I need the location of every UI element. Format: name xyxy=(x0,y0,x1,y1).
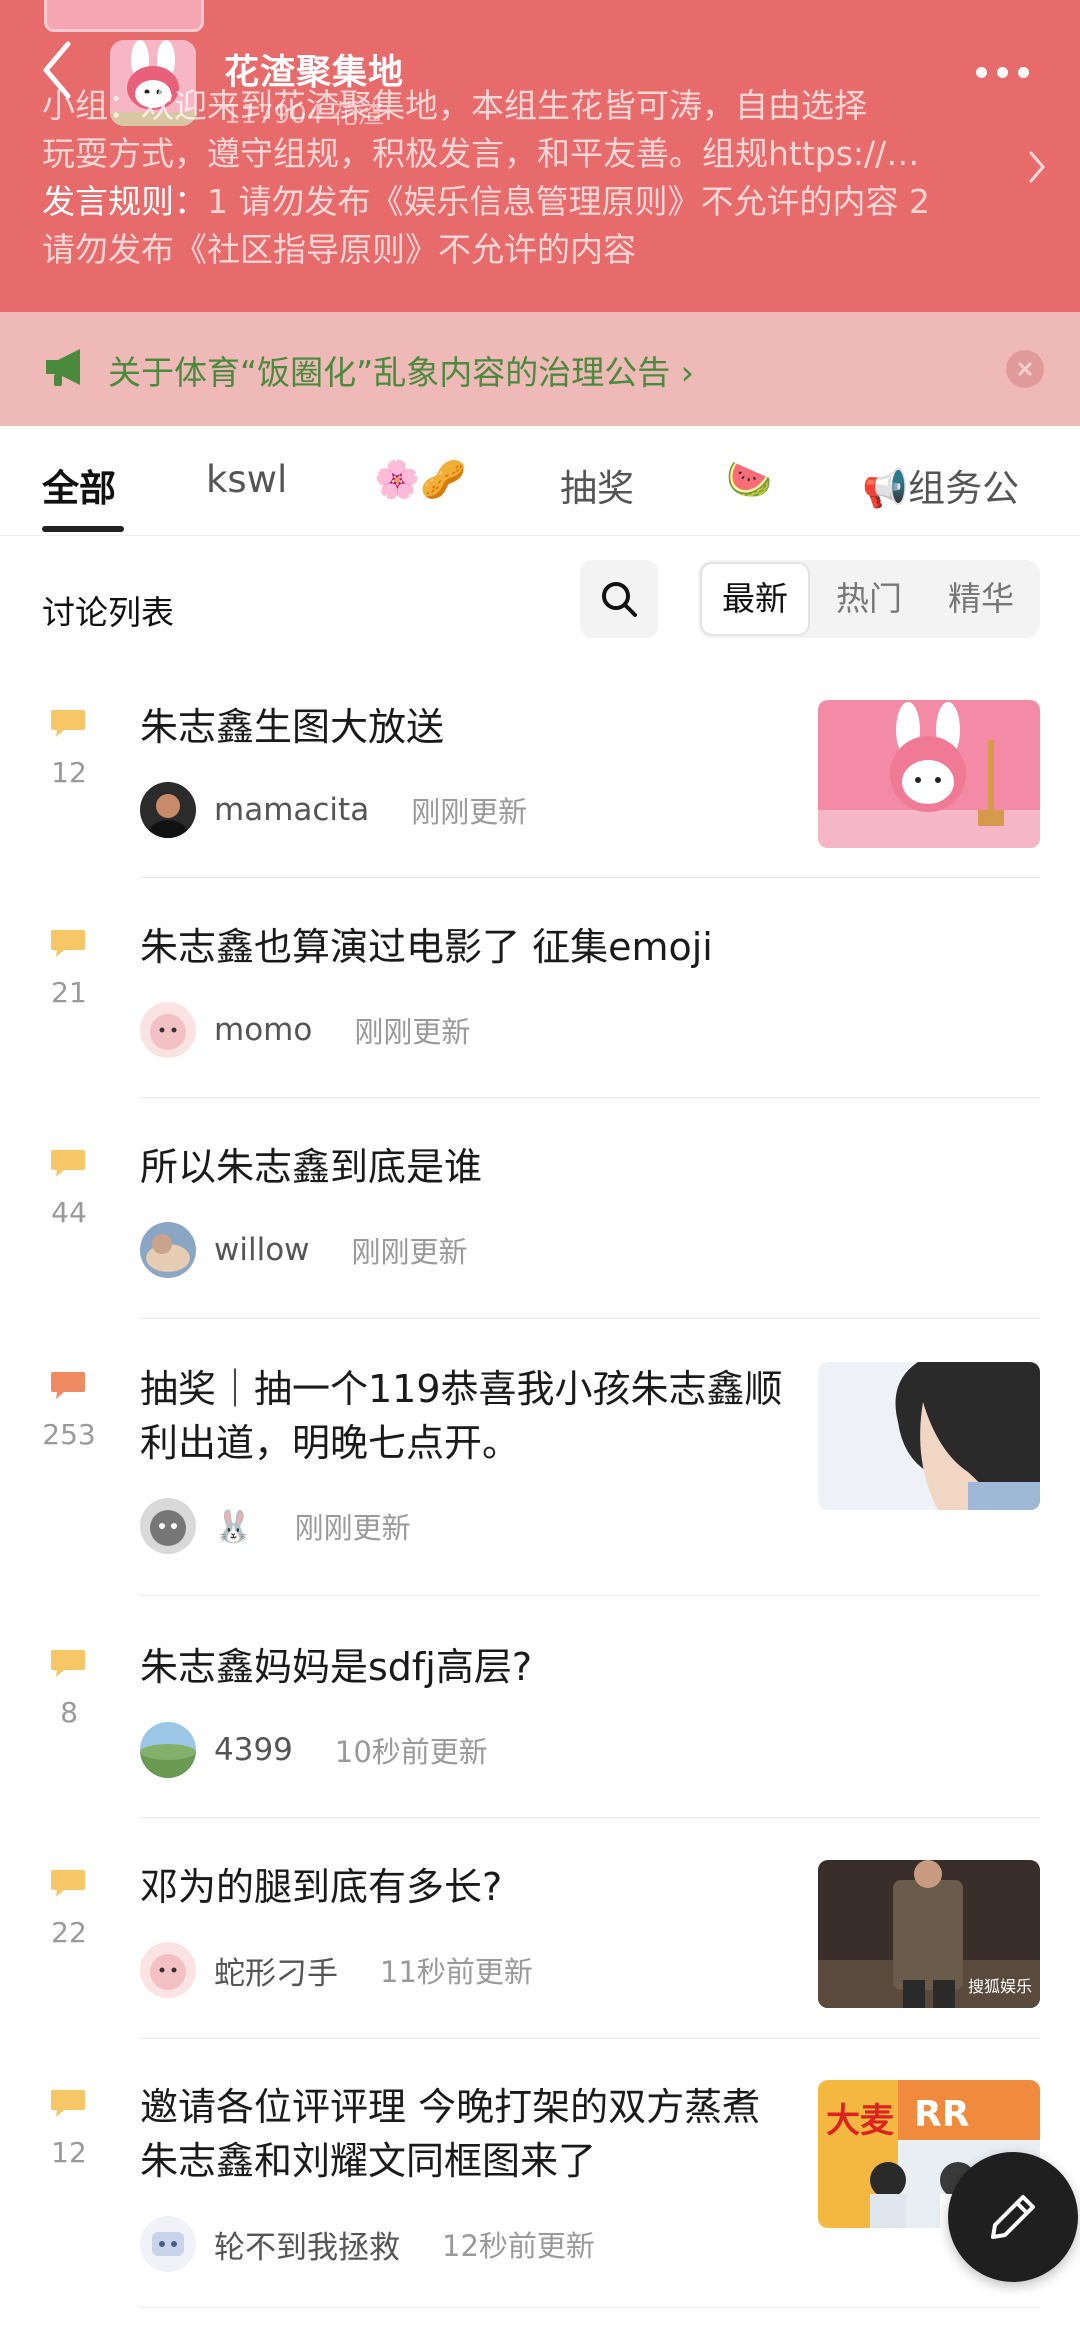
description-line: 小组：欢迎来到花渣聚集地，本组生花皆可涛，自由选择 xyxy=(42,86,867,125)
avatar[interactable] xyxy=(140,782,196,838)
group-description[interactable]: 小组：欢迎来到花渣聚集地，本组生花皆可涛，自由选择 玩耍方式，遵守组规，积极发言… xyxy=(42,82,1002,274)
search-button[interactable] xyxy=(580,560,658,638)
list-divider xyxy=(140,1097,1040,1098)
sort-segmented-control: 最新 热门 精华 xyxy=(698,560,1040,638)
comment-bubble-icon xyxy=(51,1372,85,1399)
avatar[interactable] xyxy=(140,2216,196,2272)
comment-bubble-icon xyxy=(51,2090,85,2117)
post-meta: momo 刚刚更新 xyxy=(140,1002,470,1058)
comment-count: 12 xyxy=(51,756,87,789)
tab-kswl[interactable]: kswl xyxy=(206,458,287,501)
tab-group-affairs[interactable]: 📢组务公 xyxy=(862,458,1019,512)
rules-label: 发言规则： xyxy=(42,182,207,221)
update-time: 刚刚更新 xyxy=(354,1015,471,1049)
discussion-filter-bar: 讨论列表 最新 热门 精华 xyxy=(0,556,1080,640)
comment-count: 44 xyxy=(51,1196,87,1229)
cover-image-peek xyxy=(44,0,204,32)
post-title[interactable]: 邓为的腿到底有多长? xyxy=(140,1860,790,1914)
rules-line: 发言规则：1 请勿发布《娱乐信息管理原则》不允许的内容 2 xyxy=(42,178,1002,226)
announcement-text[interactable]: 关于体育“饭圈化”乱象内容的治理公告 › xyxy=(108,346,694,394)
megaphone-icon xyxy=(46,349,80,386)
username[interactable]: 轮不到我拯救 xyxy=(214,2222,400,2267)
category-tabs: 全部 kswl 🌸🥜 抽奖 🍉 📢组务公 xyxy=(0,426,1080,536)
post-meta: 蛇形刁手 11秒前更新 xyxy=(140,1942,533,1998)
comment-count: 253 xyxy=(42,1418,96,1451)
list-divider xyxy=(140,2307,1040,2308)
comment-bubble-icon xyxy=(51,1870,85,1897)
update-time: 刚刚更新 xyxy=(294,1511,411,1545)
post-title[interactable]: 朱志鑫生图大放送 xyxy=(140,700,780,754)
avatar[interactable] xyxy=(140,1722,196,1778)
active-tab-indicator xyxy=(42,526,124,532)
avatar[interactable] xyxy=(140,1002,196,1058)
update-time: 12秒前更新 xyxy=(442,2229,595,2263)
username[interactable]: 蛇形刁手 xyxy=(214,1948,338,1993)
update-time: 刚刚更新 xyxy=(351,1235,468,1269)
post-meta: 4399 10秒前更新 xyxy=(140,1722,488,1778)
username[interactable]: 4399 xyxy=(214,1732,293,1768)
close-announcement-button[interactable] xyxy=(1006,350,1044,388)
chevron-right-icon: › xyxy=(680,353,694,392)
post-title[interactable]: 朱志鑫也算演过电影了 征集emoji xyxy=(140,920,1020,974)
username[interactable]: 🐰 xyxy=(214,1508,253,1545)
list-divider xyxy=(140,1318,1040,1319)
update-time: 11秒前更新 xyxy=(380,1955,533,1989)
post-thumbnail[interactable] xyxy=(818,1362,1040,1510)
post-title[interactable]: 邀请各位评评理 今晚打架的双方蒸煮 朱志鑫和刘耀文同框图来了 xyxy=(140,2080,790,2188)
update-time: 10秒前更新 xyxy=(334,1735,488,1769)
comment-count: 22 xyxy=(51,1916,87,1949)
tab-lottery[interactable]: 抽奖 xyxy=(560,458,634,512)
new-post-button[interactable] xyxy=(948,2152,1078,2282)
rules-text: 1 请勿发布《娱乐信息管理原则》不允许的内容 2 xyxy=(207,182,930,221)
comment-count: 12 xyxy=(51,2136,87,2169)
sort-hot[interactable]: 热门 xyxy=(814,560,924,638)
post-meta: mamacita 刚刚更新 xyxy=(140,782,527,838)
username[interactable]: willow xyxy=(214,1232,310,1268)
comment-count: 8 xyxy=(60,1696,78,1729)
username[interactable]: momo xyxy=(214,1012,312,1048)
tab-watermelon[interactable]: 🍉 xyxy=(726,458,772,502)
more-dots-icon xyxy=(975,66,987,78)
thumbnail-sign-text: 大麦 xyxy=(826,2101,894,2141)
thumbnail-watermark: 搜狐娱乐 xyxy=(968,1977,1032,1996)
discussion-list-label: 讨论列表 xyxy=(42,593,174,632)
group-header: 花渣聚集地 117904 花渣 小组：欢迎来到花渣聚集地，本组生花皆可涛，自由选… xyxy=(0,0,1080,312)
rules-line: 请勿发布《社区指导原则》不允许的内容 xyxy=(42,230,636,269)
comment-bubble-icon xyxy=(51,1150,85,1177)
search-icon xyxy=(602,582,637,617)
description-line: 玩耍方式，遵守组规，积极发言，和平友善。组规https://… xyxy=(42,134,920,173)
comment-bubble-icon xyxy=(51,710,85,737)
post-title[interactable]: 所以朱志鑫到底是谁 xyxy=(140,1140,1020,1194)
tab-flower-peanut[interactable]: 🌸🥜 xyxy=(374,458,466,502)
close-icon xyxy=(1017,361,1033,377)
pen-icon xyxy=(991,2195,1035,2239)
announcement-bar[interactable]: 关于体育“饭圈化”乱象内容的治理公告 › xyxy=(0,312,1080,426)
username[interactable]: mamacita xyxy=(214,792,369,828)
avatar[interactable] xyxy=(140,1222,196,1278)
post-thumbnail[interactable]: 搜狐娱乐 xyxy=(818,1860,1040,2008)
post-thumbnail[interactable] xyxy=(818,700,1040,848)
thumbnail-sign-letters: RR xyxy=(914,2094,969,2135)
chevron-right-icon[interactable] xyxy=(1028,150,1046,184)
list-divider xyxy=(140,1817,1040,1818)
comment-bubble-icon xyxy=(51,930,85,957)
tab-all[interactable]: 全部 xyxy=(42,458,116,512)
avatar[interactable] xyxy=(140,1498,196,1554)
list-divider xyxy=(140,2038,1040,2039)
avatar[interactable] xyxy=(140,1942,196,1998)
update-time: 刚刚更新 xyxy=(411,795,528,829)
post-meta: willow 刚刚更新 xyxy=(140,1222,468,1278)
sort-featured[interactable]: 精华 xyxy=(926,560,1036,638)
comment-bubble-icon xyxy=(51,1650,85,1677)
post-meta: 轮不到我拯救 12秒前更新 xyxy=(140,2216,595,2272)
post-meta: 🐰 刚刚更新 xyxy=(140,1498,411,1554)
post-title[interactable]: 朱志鑫妈妈是sdfj高层? xyxy=(140,1640,1020,1694)
list-divider xyxy=(140,877,1040,878)
post-title[interactable]: 抽奖｜抽一个119恭喜我小孩朱志鑫顺利出道，明晚七点开。 xyxy=(140,1362,790,1470)
sort-latest[interactable]: 最新 xyxy=(700,562,810,636)
list-divider xyxy=(140,1595,1040,1596)
comment-count: 21 xyxy=(51,976,87,1009)
